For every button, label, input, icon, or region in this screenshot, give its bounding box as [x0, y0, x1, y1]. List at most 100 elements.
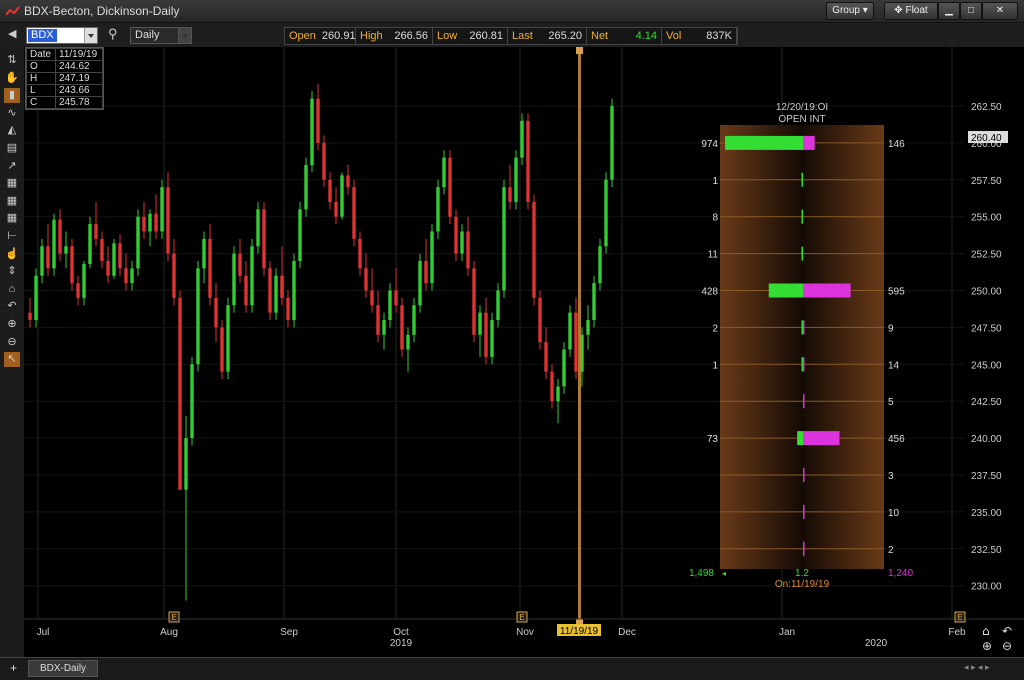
- candle-body: [466, 231, 470, 269]
- cursor-icon[interactable]: ↖: [4, 352, 20, 368]
- pointer-icon[interactable]: ☝: [4, 247, 20, 262]
- ohlc-row: O 244.62: [26, 60, 103, 73]
- undo-icon[interactable]: ↶: [1002, 624, 1012, 638]
- candle-body: [118, 243, 122, 269]
- candle-body: [190, 364, 194, 439]
- oi-call-bar: [801, 357, 803, 372]
- close-icon: ✕: [995, 5, 1005, 16]
- candle-body: [424, 260, 428, 284]
- hand-icon[interactable]: ✋: [4, 71, 20, 86]
- oi-put-count: 146: [888, 139, 905, 150]
- oi-put-count: 3: [888, 471, 894, 482]
- group-dropdown[interactable]: Group ▾: [826, 2, 874, 20]
- candle-body: [172, 253, 176, 298]
- cursor-line[interactable]: [578, 47, 581, 623]
- left-toolbar: ⇅ ✋ ▮ ∿ ◭ ▤ ↗ ▦ ▦ ▦ ⊢ ☝ ⇕ ⌂ ↶ ⊕ ⊖ ↖: [0, 47, 25, 657]
- grid-icon[interactable]: ▦: [4, 176, 20, 191]
- pan-icon[interactable]: ⇅: [4, 53, 20, 68]
- candle-body: [502, 187, 506, 291]
- chevron-down-icon: ▾: [862, 5, 868, 16]
- candle-body: [556, 386, 560, 402]
- zoom-out-icon[interactable]: ⊖: [1002, 639, 1012, 653]
- oi-as-of-date: On:11/19/19: [775, 579, 830, 590]
- oi-call-count: 1: [712, 360, 718, 371]
- candle-body: [226, 305, 230, 372]
- earnings-marker-label: E: [957, 613, 962, 622]
- candle-body: [250, 246, 254, 306]
- y-axis-tick-label: 255.00: [971, 213, 1002, 224]
- candle-body: [256, 209, 260, 247]
- ohlc-data-box: Date 11/19/19 O 244.62 H 247.19 L 243.66 C 245.78: [25, 47, 104, 110]
- candle-body: [454, 216, 458, 254]
- ohlc-value: 247.19: [55, 72, 103, 85]
- close-button[interactable]: ✕: [982, 2, 1018, 20]
- home-icon[interactable]: ⌂: [4, 282, 20, 297]
- symbol-input[interactable]: BDX: [26, 27, 98, 44]
- updown-icon[interactable]: ⇕: [4, 264, 20, 279]
- quote-label: Net: [591, 30, 609, 42]
- candle-body: [196, 268, 200, 365]
- chevron-down-icon[interactable]: [84, 28, 97, 43]
- candle-body: [592, 283, 596, 321]
- x-axis-year-label: 2019: [390, 638, 413, 649]
- zoom-in-icon[interactable]: ⊕: [982, 639, 992, 653]
- float-label: Float: [905, 5, 928, 16]
- candle-body: [166, 187, 170, 254]
- chevron-down-icon[interactable]: [178, 28, 191, 43]
- quote-value: 4.14: [635, 30, 657, 42]
- candle-body: [562, 349, 566, 387]
- minimize-button[interactable]: ▁: [938, 2, 960, 20]
- quote-low: Low 260.81: [433, 28, 508, 44]
- candle-body: [58, 219, 62, 254]
- undo-icon[interactable]: ↶: [4, 299, 20, 314]
- ohlc-value: 11/19/19: [55, 48, 103, 61]
- candle-body: [352, 187, 356, 239]
- candle-body: [382, 320, 386, 335]
- candles-icon[interactable]: ▮: [4, 88, 20, 104]
- y-axis-tick-label: 247.50: [971, 323, 1002, 334]
- pin-icon: ✥: [894, 5, 903, 16]
- oi-call-bar: [801, 209, 803, 224]
- y-axis-tick-label: 242.50: [971, 397, 1002, 408]
- quote-value: 265.20: [548, 30, 582, 42]
- maximize-button[interactable]: □: [960, 2, 982, 20]
- zoom-out-icon[interactable]: ⊖: [4, 335, 20, 350]
- candle-body: [70, 246, 74, 284]
- x-axis-year-label: 2020: [865, 638, 888, 649]
- ohlc-key: Date: [26, 48, 56, 61]
- plus-icon[interactable]: +: [10, 661, 17, 675]
- zoom-in-icon[interactable]: ⊕: [4, 317, 20, 332]
- y-axis-tick-label: 245.00: [971, 360, 1002, 371]
- table-icon[interactable]: ▦: [4, 211, 20, 226]
- cursor-handle-top[interactable]: [576, 47, 583, 54]
- x-axis-label: Sep: [280, 627, 298, 638]
- tab-bdx-daily[interactable]: BDX-Daily: [28, 660, 98, 677]
- candle-body: [526, 120, 530, 202]
- tab-label: BDX-Daily: [39, 663, 87, 674]
- oi-total-calls: 1,498: [689, 568, 714, 579]
- ohlc-key: L: [26, 84, 56, 97]
- area-icon[interactable]: ◭: [4, 123, 20, 138]
- interval-value: Daily: [135, 29, 160, 41]
- home-icon[interactable]: ⌂: [982, 624, 990, 638]
- line-icon[interactable]: ∿: [4, 106, 20, 121]
- oi-put-count: 595: [888, 287, 905, 298]
- candle-body: [154, 213, 158, 232]
- grid2-icon[interactable]: ▦: [4, 194, 20, 209]
- float-button[interactable]: ✥ Float: [884, 2, 938, 20]
- oi-put-bar: [803, 283, 851, 298]
- candle-body: [298, 209, 302, 261]
- last-price-value: 260.40: [971, 133, 1002, 144]
- level-icon[interactable]: ⊢: [4, 229, 20, 244]
- scroll-arrows-icon[interactable]: ◂ ▸ ◂ ▸: [964, 662, 990, 673]
- kagi-icon[interactable]: ↗: [4, 159, 20, 174]
- search-icon[interactable]: ⚲: [108, 26, 118, 42]
- window-title: BDX-Becton, Dickinson-Daily: [24, 4, 180, 18]
- collapse-arrow-icon[interactable]: ◀: [8, 27, 16, 40]
- candle-body: [130, 268, 134, 284]
- oi-call-bar: [725, 135, 803, 150]
- price-chart[interactable]: 12/20/19:OIOPEN INT 974 146 1 8 11 428 595 2 9 1 14…: [24, 47, 1024, 657]
- interval-select[interactable]: Daily: [130, 27, 192, 44]
- bars-icon[interactable]: ▤: [4, 141, 20, 156]
- candle-body: [316, 98, 320, 143]
